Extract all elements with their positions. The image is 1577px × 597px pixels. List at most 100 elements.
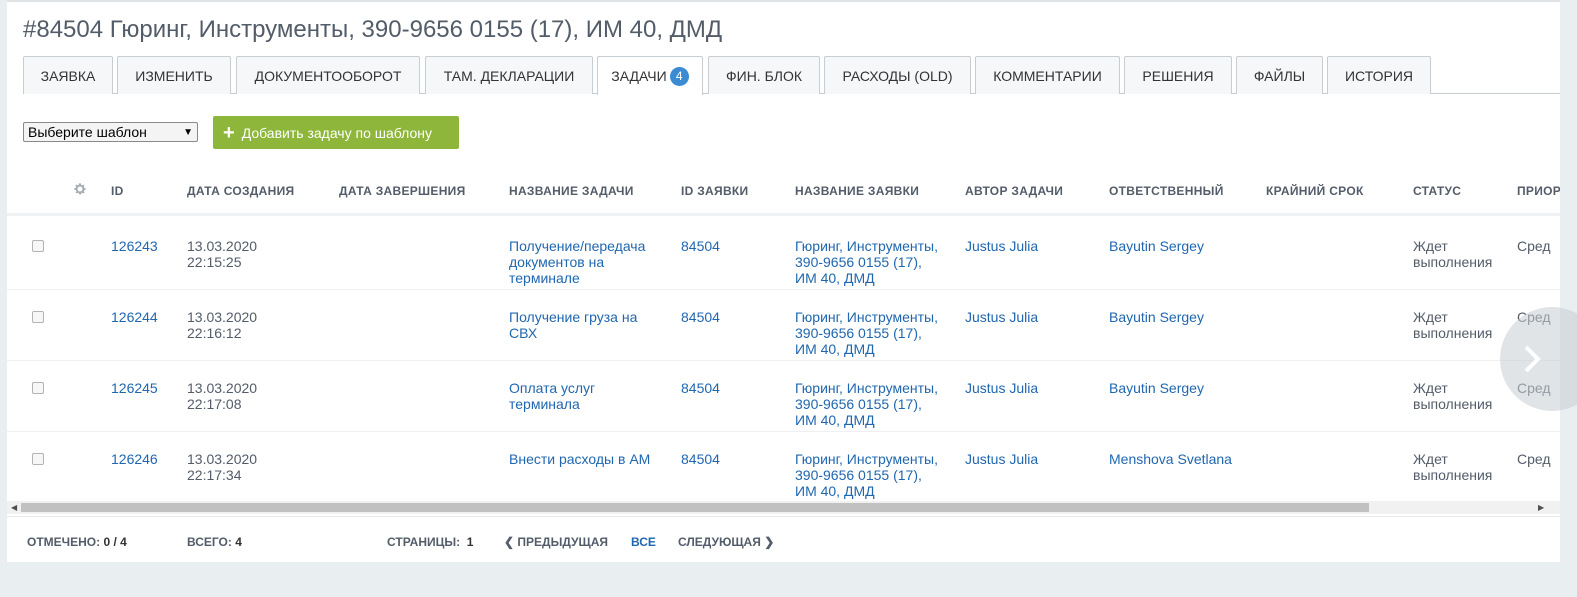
row-checkbox[interactable] [32,453,44,465]
created-date: 13.03.2020 22:17:34 [187,451,257,483]
tab-finance[interactable]: Фин. блок [708,56,820,94]
checked-counter: Отмечено: 0 / 4 [27,535,127,549]
request-name-line: ИМ 40, ДМД [795,270,875,286]
request-name-link[interactable]: Гюринг, Инструменты, 390-9656 0155 (17), И… [795,238,938,286]
page-title: #84504 Гюринг, Инструменты, 390-9656 015… [23,16,723,43]
tab-customs-declarations[interactable]: Там. декларации [425,56,593,94]
chevron-left-icon: ❮ [504,535,515,549]
status-text: Ждет выполнения [1413,380,1492,412]
responsible-link[interactable]: Bayutin Sergey [1109,380,1204,396]
task-author-link[interactable]: Justus Julia [965,451,1038,467]
request-name-line: Гюринг, Инструменты, [795,451,938,467]
task-id-link[interactable]: 126246 [111,451,158,467]
task-author-link[interactable]: Justus Julia [965,238,1038,254]
responsible-link[interactable]: Bayutin Sergey [1109,309,1204,325]
column-header-request-name[interactable]: Название заявки [795,184,919,198]
task-id-link[interactable]: 126244 [111,309,158,325]
task-name-link[interactable]: Получение/передача документов на терминале [509,238,645,286]
request-name-line: 390-9656 0155 (17), [795,396,922,412]
gear-icon[interactable] [73,182,87,196]
request-name-line: Гюринг, Инструменты, [795,380,938,396]
tab-label: История [1344,67,1414,84]
tab-files[interactable]: Файлы [1236,56,1323,94]
scroll-left-arrow-icon[interactable]: ◀ [11,503,17,512]
tab-document-flow[interactable]: Документооборот [236,56,420,94]
next-page-label: Следующая [678,535,761,549]
add-task-button-label: Добавить задачу по шаблону [241,124,432,141]
horizontal-scrollbar[interactable]: ◀ ▶ [7,501,1560,514]
task-author-link[interactable]: Justus Julia [965,380,1038,396]
created-date-time: 22:17:34 [187,467,242,483]
scrollbar-thumb[interactable] [21,503,1369,512]
tab-bar: Заявка Изменить Документооборот Там. дек… [23,56,1560,95]
responsible-link[interactable]: Menshova Svetlana [1109,451,1232,467]
request-name-line: 390-9656 0155 (17), [795,467,922,483]
created-date-time: 22:15:25 [187,254,242,270]
column-header-id[interactable]: ID [111,184,124,198]
request-name-link[interactable]: Гюринг, Инструменты, 390-9656 0155 (17), И… [795,451,938,499]
column-header-deadline[interactable]: Крайний срок [1266,184,1364,198]
task-name-link[interactable]: Внести расходы в АМ [509,451,650,467]
responsible-link[interactable]: Bayutin Sergey [1109,238,1204,254]
column-header-completed[interactable]: Дата завершения [339,184,466,198]
table-row: 126244 13.03.2020 22:16:12 Получение груза … [7,290,1560,361]
status-line: выполнения [1413,325,1493,341]
request-name-line: ИМ 40, ДМД [795,412,875,428]
request-id-link[interactable]: 84504 [681,238,720,254]
row-checkbox[interactable] [32,240,44,252]
tab-request[interactable]: Заявка [23,56,113,94]
column-header-priority[interactable]: Приор [1517,184,1560,198]
status-line: Ждет [1413,451,1448,467]
pages-label: Страницы: [387,535,461,549]
task-id-link[interactable]: 126245 [111,380,158,396]
created-date-time: 22:16:12 [187,325,242,341]
task-name-link[interactable]: Получение груза на СВХ [509,309,637,341]
task-id-link[interactable]: 126243 [111,238,158,254]
request-id-link[interactable]: 84504 [681,380,720,396]
request-name-line: 390-9656 0155 (17), [795,254,922,270]
column-header-author[interactable]: Автор задачи [965,184,1063,198]
next-page-link[interactable]: Следующая ❯ [678,535,774,549]
tab-label: Фин. блок [725,67,802,84]
scroll-right-arrow-icon[interactable]: ▶ [1538,503,1544,512]
status-line: Ждет [1413,380,1448,396]
tab-history[interactable]: История [1327,56,1431,94]
row-checkbox[interactable] [32,382,44,394]
request-name-link[interactable]: Гюринг, Инструменты, 390-9656 0155 (17), И… [795,380,938,428]
request-name-link[interactable]: Гюринг, Инструменты, 390-9656 0155 (17), И… [795,309,938,357]
status-line: Ждет [1413,309,1448,325]
tab-edit[interactable]: Изменить [117,56,231,94]
request-name-line: Гюринг, Инструменты, [795,309,938,325]
tab-decisions[interactable]: Решения [1124,56,1232,94]
grid-header: ID Дата создания Дата завершения Названи… [7,170,1560,216]
column-header-request-id[interactable]: ID заявки [681,184,748,198]
tab-label: Задачи [611,68,667,84]
tab-expenses-old[interactable]: Расходы (OLD) [824,56,971,94]
column-header-responsible[interactable]: Ответственный [1109,184,1224,198]
grid-footer: Отмечено: 0 / 4 Всего: 4 Страницы: 1 ❮ П… [7,516,1560,564]
request-name-line: 390-9656 0155 (17), [795,325,922,341]
all-pages-link[interactable]: Все [631,535,656,549]
template-select[interactable]: Выберите шаблон ▼ [23,122,198,142]
tab-tasks[interactable]: Задачи 4 [597,56,703,95]
add-task-from-template-button[interactable]: + Добавить задачу по шаблону [213,116,459,149]
chevron-right-icon: ❯ [764,535,775,549]
column-header-status[interactable]: Статус [1413,184,1461,198]
task-name-link[interactable]: Оплата услуг терминала [509,380,595,412]
request-id-link[interactable]: 84504 [681,451,720,467]
tab-label: Файлы [1253,67,1306,84]
task-name-line: Внести расходы в АМ [509,451,651,467]
task-name-line: терминала [509,396,580,412]
created-date-day: 13.03.2020 [187,451,258,467]
request-id-link[interactable]: 84504 [681,309,720,325]
column-header-task-name[interactable]: Название задачи [509,184,634,198]
pages-value[interactable]: 1 [467,535,474,549]
tab-label: Там. декларации [443,67,575,84]
tab-label: Комментарии [993,67,1102,84]
column-header-created[interactable]: Дата создания [187,184,294,198]
priority-text: Сред [1517,238,1551,254]
task-author-link[interactable]: Justus Julia [965,309,1038,325]
tab-comments[interactable]: Комментарии [975,56,1120,94]
prev-page-link[interactable]: ❮ Предыдущая [504,535,608,549]
row-checkbox[interactable] [32,311,44,323]
